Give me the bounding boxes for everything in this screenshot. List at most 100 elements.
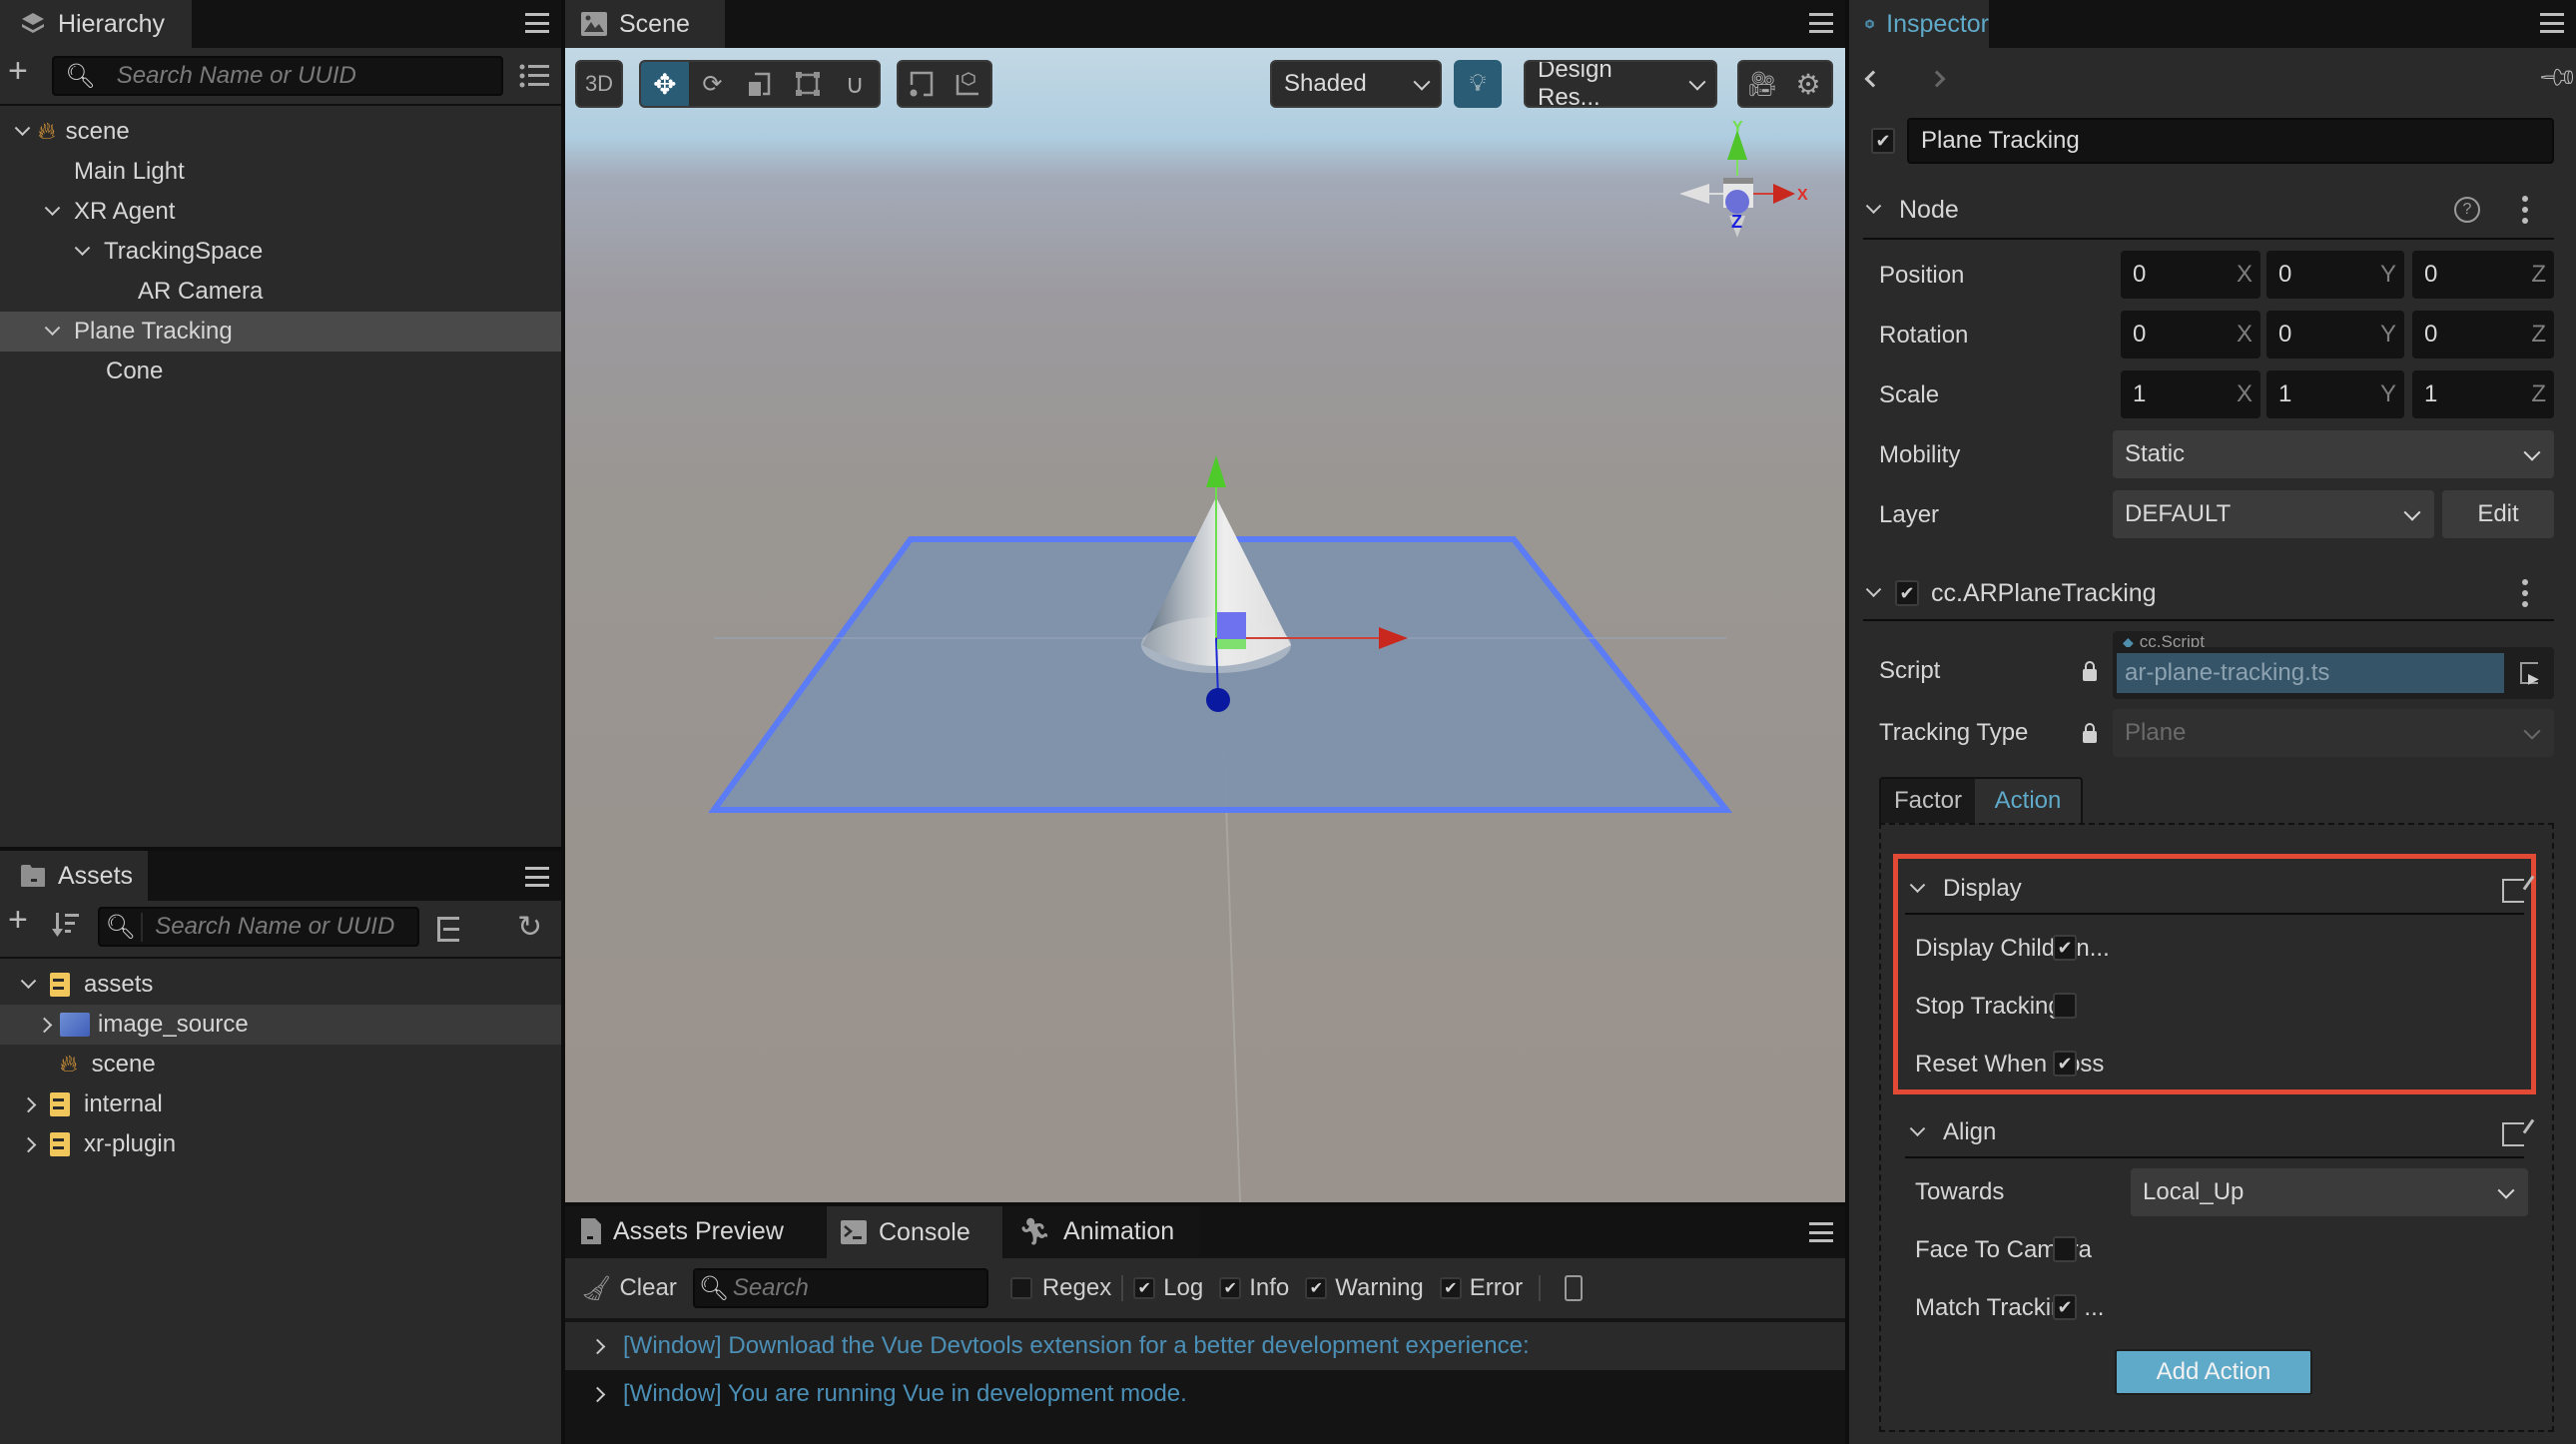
collapse-tree-icon[interactable] <box>437 917 461 943</box>
gizmo-xz-plane-handle[interactable] <box>1217 639 1246 649</box>
tab-factor[interactable]: Factor <box>1881 779 1975 823</box>
script-value-box[interactable]: ar-plane-tracking.ts <box>2117 653 2504 693</box>
towards-select[interactable]: Local_Up <box>2131 1168 2528 1216</box>
back-button[interactable] <box>1864 64 1887 90</box>
tab-assets-preview[interactable]: Assets Preview <box>565 1206 825 1256</box>
asset-item-xr-plugin[interactable]: xr-plugin <box>0 1124 561 1164</box>
chevron-down-icon[interactable] <box>18 975 38 996</box>
mobility-select[interactable]: Static <box>2113 430 2554 478</box>
chevron-right-icon[interactable] <box>18 1094 38 1115</box>
chevron-right-icon[interactable] <box>18 1134 38 1155</box>
snap-tool-button[interactable]: ∪ <box>831 62 879 106</box>
pivot-button[interactable] <box>899 62 945 106</box>
open-log-file-icon[interactable] <box>1565 1275 1584 1301</box>
filter-error[interactable]: ✔ Error <box>1439 1274 1523 1302</box>
info-checkbox[interactable]: ✔ <box>1219 1277 1242 1299</box>
shading-dropdown[interactable]: Shaded <box>1270 60 1442 108</box>
reset-when-loss-checkbox[interactable]: ✔ <box>2053 1051 2077 1077</box>
script-field[interactable]: ar-plane-tracking.ts ▶ <box>2113 647 2554 699</box>
position-y-field[interactable]: 0Y <box>2266 251 2404 299</box>
forward-button[interactable] <box>1928 64 1951 90</box>
clear-button[interactable]: 🧹︎ Clear <box>581 1274 677 1303</box>
match-tracking-checkbox[interactable]: ✔ <box>2053 1294 2077 1320</box>
tree-item-xr-agent[interactable]: XR Agent <box>0 192 561 232</box>
component-header[interactable]: ✔ cc.ARPlaneTracking <box>1863 575 2552 611</box>
filter-log[interactable]: ✔ Log <box>1133 1274 1203 1302</box>
gizmo-neg-x-cone[interactable] <box>1679 184 1709 204</box>
node-more-icon[interactable] <box>2522 196 2528 224</box>
node-section-header[interactable]: Node <box>1863 192 2552 228</box>
position-x-field[interactable]: 0X <box>2121 251 2260 299</box>
scale-x-field[interactable]: 1X <box>2121 370 2260 418</box>
scale-y-field[interactable]: 1Y <box>2266 370 2404 418</box>
chevron-down-icon[interactable] <box>1907 879 1927 900</box>
list-view-icon[interactable] <box>519 64 549 88</box>
scene-menu-icon[interactable] <box>1809 13 1833 33</box>
chevron-down-icon[interactable] <box>1907 1122 1927 1143</box>
node-active-checkbox[interactable]: ✔ <box>1871 128 1895 154</box>
asset-item-image-source[interactable]: image_source <box>0 1005 561 1045</box>
display-section-header[interactable]: Display <box>1907 871 2506 907</box>
asset-item-internal[interactable]: internal <box>0 1084 561 1124</box>
hierarchy-search[interactable]: 🔍︎ <box>52 56 503 96</box>
tree-item-ar-camera[interactable]: AR Camera <box>0 272 561 312</box>
gizmo-xy-plane-handle[interactable] <box>1217 612 1246 639</box>
edit-action-icon[interactable] <box>2502 1122 2524 1146</box>
chevron-down-icon[interactable] <box>1863 200 1883 221</box>
rect-tool-button[interactable] <box>784 62 832 106</box>
warning-checkbox[interactable]: ✔ <box>1305 1277 1328 1299</box>
component-enabled-checkbox[interactable]: ✔ <box>1895 580 1919 606</box>
stop-tracking-checkbox[interactable] <box>2053 993 2077 1019</box>
assets-menu-icon[interactable] <box>525 867 549 887</box>
display-children-checkbox[interactable]: ✔ <box>2053 935 2077 961</box>
filter-regex[interactable]: Regex <box>1009 1274 1111 1302</box>
tracking-type-select[interactable]: Plane <box>2113 709 2554 757</box>
move-tool-button[interactable]: ✥ <box>641 62 689 106</box>
rotate-tool-button[interactable]: ⟳ <box>689 62 737 106</box>
component-more-icon[interactable] <box>2522 579 2528 607</box>
align-section-header[interactable]: Align <box>1907 1114 2506 1150</box>
position-z-field[interactable]: 0Z <box>2412 251 2554 299</box>
toggle-3d-button[interactable]: 3D <box>577 62 621 106</box>
resolution-dropdown[interactable]: Design Res... <box>1524 60 1717 108</box>
refresh-icon[interactable]: ↻ <box>517 913 545 943</box>
help-icon[interactable]: ? <box>2454 197 2480 223</box>
expand-chevron-icon[interactable] <box>587 1384 607 1405</box>
tree-item-tracking-space[interactable]: TrackingSpace <box>0 232 561 272</box>
chevron-down-icon[interactable] <box>42 202 62 223</box>
error-checkbox[interactable]: ✔ <box>1439 1277 1462 1299</box>
tab-console[interactable]: Console <box>827 1206 1002 1258</box>
sort-icon[interactable] <box>52 911 82 941</box>
rotation-x-field[interactable]: 0X <box>2121 311 2260 359</box>
assets-search-input[interactable] <box>143 913 417 941</box>
inspector-menu-icon[interactable] <box>2540 13 2564 33</box>
asset-item-assets[interactable]: assets <box>0 965 561 1005</box>
chevron-down-icon[interactable] <box>72 242 92 263</box>
scene-viewport[interactable]: Y X Z <box>565 48 1845 1202</box>
gizmo-z-handle[interactable] <box>1206 688 1230 712</box>
chevron-right-icon[interactable] <box>34 1015 54 1036</box>
coordinate-button[interactable] <box>945 62 990 106</box>
scene-camera-button[interactable]: 🎥︎ <box>1739 62 1785 106</box>
tree-item-main-light[interactable]: Main Light <box>0 152 561 192</box>
assets-search[interactable]: 🔍︎ <box>98 907 419 947</box>
rotation-y-field[interactable]: 0Y <box>2266 311 2404 359</box>
tab-hierarchy[interactable]: Hierarchy <box>0 0 192 48</box>
tree-item-scene[interactable]: 🔥︎ scene <box>0 112 561 152</box>
tree-item-plane-tracking[interactable]: Plane Tracking <box>0 312 561 352</box>
filter-warning[interactable]: ✔ Warning <box>1305 1274 1424 1302</box>
expand-chevron-icon[interactable] <box>587 1336 607 1357</box>
console-search[interactable]: 🔍︎ <box>692 1268 988 1308</box>
console-message[interactable]: [Window] You are running Vue in developm… <box>565 1370 1845 1418</box>
hierarchy-search-input[interactable] <box>106 62 501 90</box>
filter-info[interactable]: ✔ Info <box>1219 1274 1289 1302</box>
console-message[interactable]: [Window] Download the Vue Devtools exten… <box>565 1322 1845 1370</box>
tree-item-cone[interactable]: Cone <box>0 352 561 391</box>
edit-action-icon[interactable] <box>2502 879 2524 903</box>
regex-checkbox[interactable] <box>1009 1277 1032 1299</box>
hierarchy-menu-icon[interactable] <box>525 13 549 33</box>
scale-tool-button[interactable] <box>736 62 784 106</box>
tab-assets[interactable]: Assets <box>0 851 148 901</box>
face-to-camera-checkbox[interactable] <box>2053 1236 2077 1262</box>
chevron-down-icon[interactable] <box>42 322 62 343</box>
